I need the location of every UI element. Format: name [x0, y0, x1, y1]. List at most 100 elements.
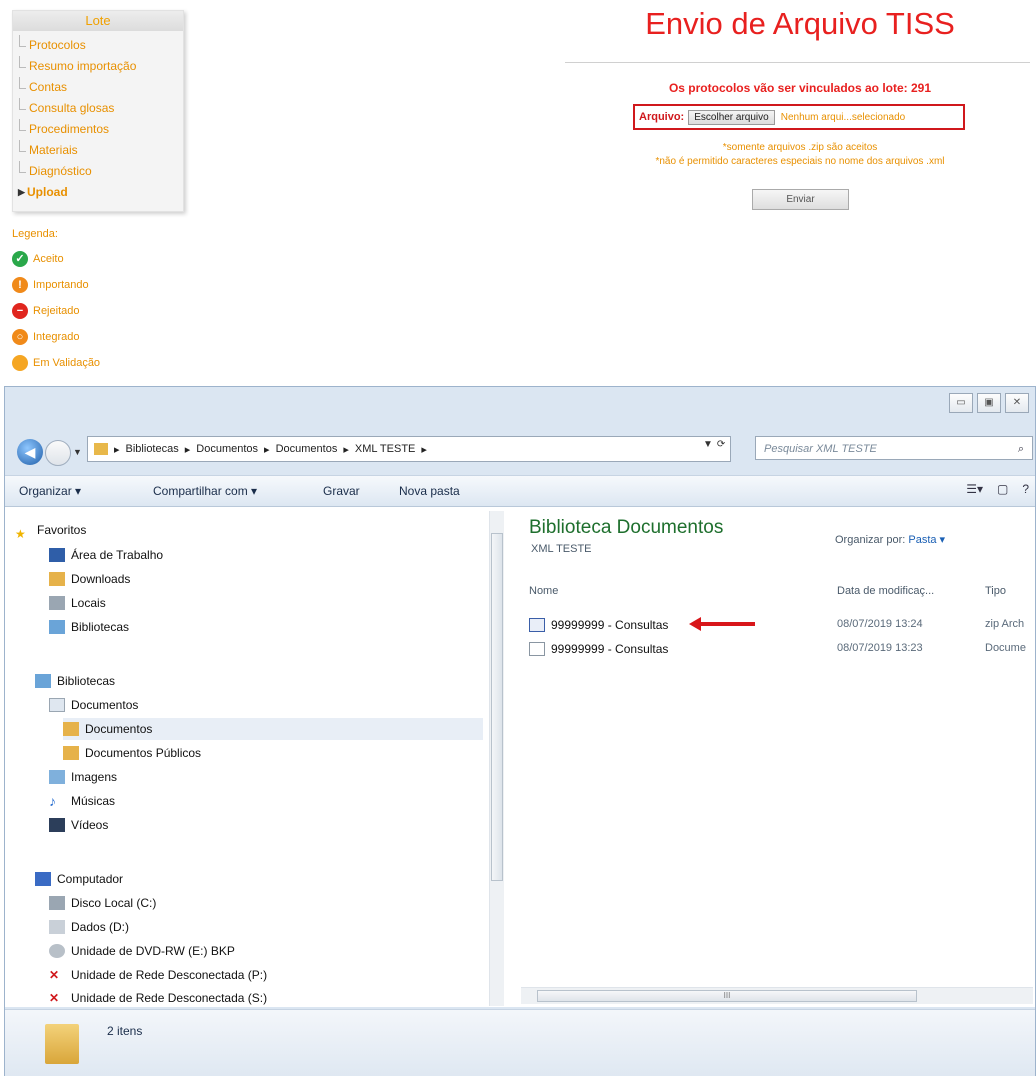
- file-row-zip[interactable]: 99999999 - Consultas: [529, 615, 668, 635]
- address-bar[interactable]: ▸ Bibliotecas ▸ Documentos ▸ Documentos …: [87, 436, 731, 462]
- legend-item-em-validacao: Em Validação: [12, 350, 162, 376]
- star-icon: ★: [15, 527, 26, 541]
- nav-videos[interactable]: Vídeos: [49, 814, 108, 836]
- nav-label: Documentos: [71, 698, 139, 712]
- nav-disk-d[interactable]: Dados (D:): [49, 916, 129, 938]
- menu-item-resumo[interactable]: Resumo importação: [13, 56, 183, 77]
- file-type: Docume: [985, 642, 1026, 654]
- content-scroll-thumb[interactable]: III: [537, 990, 917, 1002]
- new-folder-button[interactable]: Nova pasta: [399, 484, 460, 498]
- pictures-icon: [49, 770, 65, 784]
- minimize-button[interactable]: ▭: [949, 393, 973, 413]
- breadcrumb-sep: ▸: [184, 443, 191, 456]
- item-count: 2 itens: [107, 1024, 143, 1038]
- breadcrumb-bibliotecas[interactable]: Bibliotecas: [126, 443, 179, 455]
- close-button[interactable]: ✕: [1005, 393, 1029, 413]
- network-drive-disconnected-icon: ✕: [49, 968, 60, 982]
- file-row-doc[interactable]: 99999999 - Consultas: [529, 639, 668, 659]
- nav-net-p[interactable]: ✕ Unidade de Rede Desconectada (P:): [49, 964, 267, 986]
- file-none-text: Nenhum arqui...selecionado: [780, 111, 906, 123]
- nav-disk-c[interactable]: Disco Local (C:): [49, 892, 156, 914]
- breadcrumb-documentos[interactable]: Documentos: [196, 443, 258, 455]
- nav-label: Bibliotecas: [57, 674, 116, 688]
- view-options-icon[interactable]: ☰▾: [966, 482, 983, 496]
- legend-item-integrado: ○ Integrado: [12, 324, 162, 350]
- nav-label: Vídeos: [71, 818, 109, 832]
- help-icon[interactable]: ?: [1022, 482, 1029, 496]
- nav-imagens[interactable]: Imagens: [49, 766, 117, 788]
- legend-label: Rejeitado: [33, 305, 80, 317]
- forward-button[interactable]: [45, 440, 71, 466]
- computer-icon: [35, 872, 51, 886]
- nav-desktop[interactable]: Área de Trabalho: [49, 544, 163, 566]
- legend: Legenda: ✓ Aceito ! Importando − Rejeitado …: [12, 228, 162, 376]
- menu-item-consulta-glosas[interactable]: Consulta glosas: [13, 98, 183, 119]
- desktop-icon: [49, 548, 65, 562]
- organize-button[interactable]: Organizar ▾: [19, 484, 81, 498]
- search-placeholder: Pesquisar XML TESTE: [764, 443, 877, 455]
- menu-item-upload-label: Upload: [27, 185, 68, 199]
- burn-button[interactable]: Gravar: [323, 484, 360, 498]
- address-dropdown-icon[interactable]: ▼: [703, 439, 713, 450]
- nav-libraries-fav[interactable]: Bibliotecas: [49, 616, 129, 638]
- menu-item-upload[interactable]: ▶ Upload: [13, 182, 183, 203]
- disk-icon: [49, 896, 65, 910]
- nav-computer[interactable]: Computador: [35, 868, 123, 890]
- back-arrow-icon[interactable]: ◀: [17, 439, 43, 465]
- nav-label: Imagens: [71, 770, 118, 784]
- nav-documentos-publicos[interactable]: Documentos Públicos: [63, 742, 201, 764]
- menu-item-materiais[interactable]: Materiais: [13, 140, 183, 161]
- content-pane: Biblioteca Documentos XML TESTE Organiza…: [505, 507, 1035, 1007]
- column-date[interactable]: Data de modificaç...: [837, 585, 934, 597]
- maximize-button[interactable]: ▣: [977, 393, 1001, 413]
- nav-label: Dados (D:): [71, 920, 130, 934]
- column-type[interactable]: Tipo: [985, 585, 1006, 597]
- file-date: 08/07/2019 13:24: [837, 618, 923, 630]
- menu-item-procedimentos[interactable]: Procedimentos: [13, 119, 183, 140]
- search-icon[interactable]: ⌕: [1018, 437, 1024, 461]
- legend-item-rejeitado: − Rejeitado: [12, 298, 162, 324]
- network-drive-disconnected-icon: ✕: [49, 990, 60, 1005]
- send-button[interactable]: Enviar: [752, 189, 849, 210]
- ring-circle-icon: ○: [12, 329, 28, 345]
- nav-libraries[interactable]: Bibliotecas: [35, 670, 115, 692]
- triangle-right-icon: ▶: [18, 187, 25, 197]
- column-name[interactable]: Nome: [529, 585, 558, 597]
- menu-item-contas[interactable]: Contas: [13, 77, 183, 98]
- view-controls: ☰▾ ▢ ?: [966, 482, 1029, 496]
- nav-musicas[interactable]: ♪ Músicas: [49, 790, 115, 812]
- window-controls: ▭ ▣ ✕: [949, 393, 1029, 413]
- nav-label: Locais: [71, 596, 106, 610]
- file-date: 08/07/2019 13:23: [837, 642, 923, 654]
- nav-label: Bibliotecas: [71, 620, 130, 634]
- menu-item-diagnostico[interactable]: Diagnóstico: [13, 161, 183, 182]
- library-title: Biblioteca Documentos: [529, 517, 724, 538]
- nav-downloads[interactable]: Downloads: [49, 568, 130, 590]
- search-input[interactable]: Pesquisar XML TESTE ⌕: [755, 436, 1033, 460]
- organize-by: Organizar por: Pasta ▾: [835, 533, 945, 546]
- refresh-icon[interactable]: ⟳: [717, 439, 725, 450]
- title-divider: [565, 62, 1030, 63]
- share-button[interactable]: Compartilhar com ▾: [153, 484, 257, 498]
- nav-documentos-selected[interactable]: Documentos: [63, 718, 483, 740]
- nav-dvd[interactable]: Unidade de DVD-RW (E:) BKP: [49, 940, 235, 962]
- choose-file-button[interactable]: Escolher arquivo: [688, 109, 775, 125]
- content-scrollbar[interactable]: III: [521, 987, 1033, 1004]
- nav-locais[interactable]: Locais: [49, 592, 106, 614]
- history-dropdown-icon[interactable]: ▼: [73, 447, 82, 457]
- documents-icon: [49, 698, 65, 712]
- preview-pane-icon[interactable]: ▢: [997, 482, 1008, 496]
- nav-favorites[interactable]: ★ Favoritos: [15, 519, 86, 541]
- menu-item-protocolos[interactable]: Protocolos: [13, 35, 183, 56]
- nav-documentos[interactable]: Documentos: [49, 694, 138, 716]
- status-bar: 2 itens: [5, 1009, 1035, 1076]
- nav-net-s[interactable]: ✕ Unidade de Rede Desconectada (S:): [49, 988, 267, 1007]
- file-name: 99999999 - Consultas: [551, 618, 669, 632]
- nav-scroll-thumb[interactable]: [491, 533, 503, 881]
- breadcrumb-xml-teste[interactable]: XML TESTE: [355, 443, 416, 455]
- breadcrumb-documentos-2[interactable]: Documentos: [276, 443, 338, 455]
- nav-label: Disco Local (C:): [71, 896, 157, 910]
- organize-by-dropdown[interactable]: Pasta ▾: [908, 534, 945, 546]
- folder-icon: [45, 1024, 79, 1064]
- nav-scrollbar[interactable]: [489, 511, 504, 1006]
